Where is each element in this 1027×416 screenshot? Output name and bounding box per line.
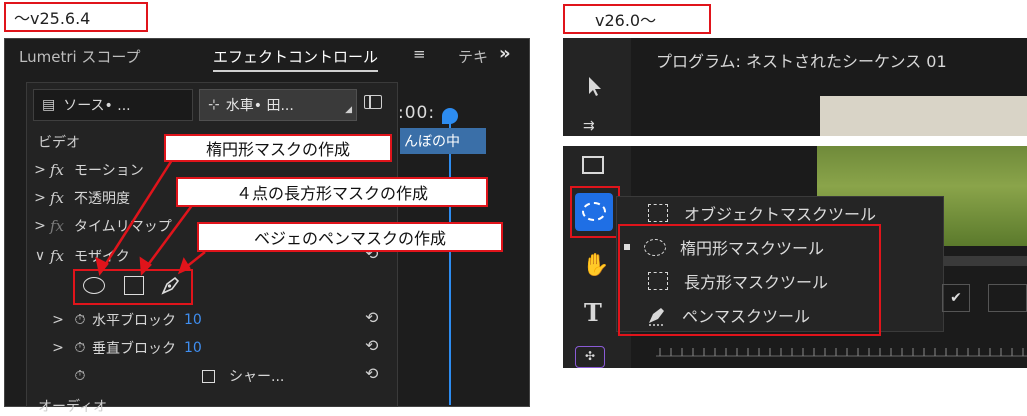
callout-rect-mask: ４点の長方形マスクの作成 [176, 177, 488, 207]
param-row-vertical-blocks[interactable]: > ⏱ 垂直ブロック 10 [48, 334, 388, 362]
flyout-item-label: 長方形マスクツール [684, 273, 829, 292]
program-frame [820, 96, 1027, 136]
rectangle-mask-icon [648, 272, 668, 290]
reset-icon[interactable]: ⟲ [365, 336, 378, 355]
right-version-label: v26.0～ [563, 4, 711, 34]
track-select-tool-icon[interactable]: ⇉ [583, 118, 595, 134]
param-value[interactable]: 10 [184, 340, 202, 356]
rectangle-tool-icon[interactable] [582, 156, 604, 174]
flyout-item-label: オブジェクトマスクツール [684, 205, 877, 224]
program-title: プログラム: ネストされたシーケンス 01 [656, 52, 947, 71]
reset-icon[interactable]: ⟲ [365, 308, 378, 327]
ellipse-mask-tool-button[interactable] [575, 193, 613, 231]
selected-indicator-icon [624, 244, 630, 250]
param-name: 水平ブロック [92, 313, 176, 329]
checkbox[interactable] [202, 369, 215, 383]
callout-ellipse-mask: 楕円形マスクの作成 [164, 134, 392, 162]
param-name: シャー... [229, 369, 285, 385]
pen-mask-icon [646, 304, 668, 326]
expand-chevron-icon[interactable]: > [48, 312, 68, 328]
reset-icon[interactable]: ⟲ [365, 364, 378, 383]
flyout-item-pen-mask[interactable]: ペンマスクツール [640, 300, 810, 330]
ellipse-dashed-icon [582, 202, 606, 221]
dropdown-check-button[interactable]: ✔ [942, 284, 970, 312]
hand-tool-icon[interactable]: ✋ [582, 253, 609, 278]
type-tool-icon[interactable]: T [584, 298, 602, 327]
callout-pen-mask: ベジェのペンマスクの作成 [197, 222, 503, 252]
expand-chevron-icon[interactable]: > [48, 340, 68, 356]
flyout-item-object-mask[interactable]: オブジェクトマスクツール [640, 198, 876, 228]
ellipse-mask-icon [644, 238, 666, 256]
param-name: 垂直ブロック [92, 341, 176, 357]
param-value[interactable]: 10 [184, 312, 202, 328]
selection-tool-icon[interactable] [583, 74, 607, 98]
stopwatch-icon[interactable]: ⏱ [68, 368, 92, 384]
audio-section-header: オーディオ [38, 399, 108, 415]
flyout-item-label: ペンマスクツール [682, 307, 811, 326]
param-row-horizontal-blocks[interactable]: > ⏱ 水平ブロック 10 [48, 306, 388, 334]
param-row-sharp-colors[interactable]: ⏱ シャー... [68, 362, 388, 390]
scrubber-bar[interactable] [944, 256, 1027, 266]
flyout-item-label: 楕円形マスクツール [680, 239, 825, 258]
stopwatch-icon[interactable]: ⏱ [68, 312, 92, 328]
time-ruler [656, 348, 1027, 357]
stopwatch-icon[interactable]: ⏱ [68, 340, 92, 356]
object-mask-icon [648, 204, 668, 222]
flyout-item-ellipse-mask[interactable]: 楕円形マスクツール [624, 232, 824, 262]
generative-tool-icon[interactable]: ✣ [575, 346, 605, 368]
flyout-item-rectangle-mask[interactable]: 長方形マスクツール [640, 266, 828, 296]
export-frame-button[interactable] [988, 284, 1027, 312]
